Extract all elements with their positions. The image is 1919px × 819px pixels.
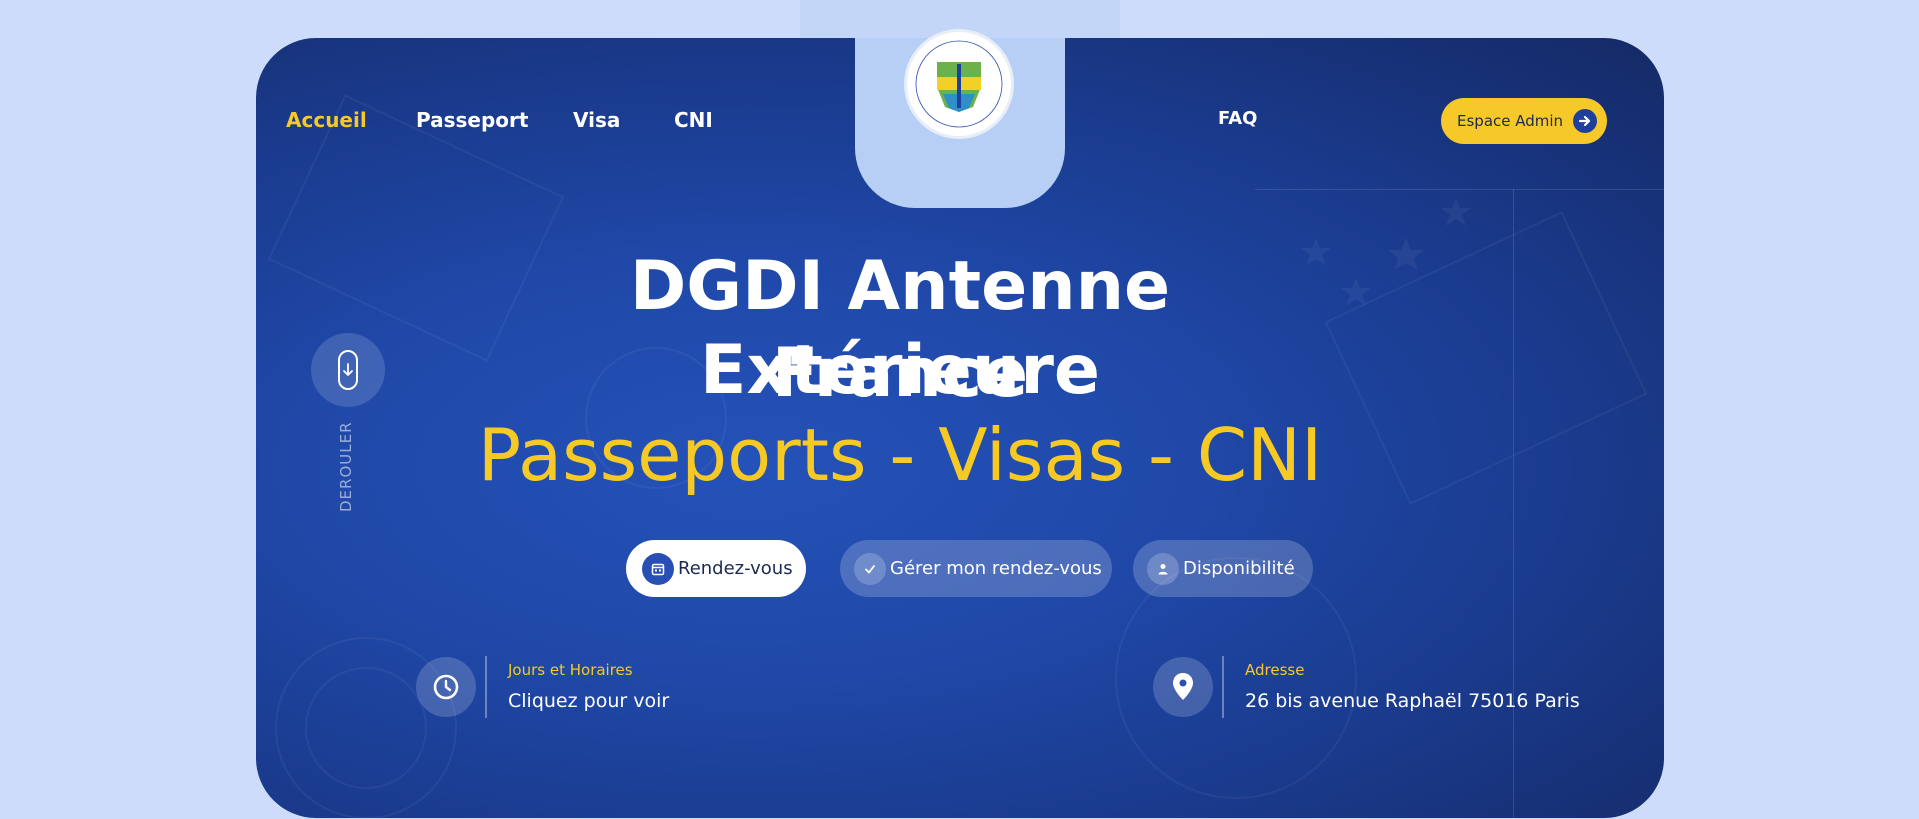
dgdi-logo[interactable] xyxy=(904,29,1014,139)
clock-icon[interactable] xyxy=(416,657,476,717)
address-value: 26 bis avenue Raphaël 75016 Paris xyxy=(1245,690,1580,712)
disponibilite-label: Disponibilité xyxy=(1183,558,1295,579)
gerer-rendez-vous-label: Gérer mon rendez-vous xyxy=(890,558,1102,579)
address-separator xyxy=(1222,656,1224,718)
divider-vertical xyxy=(1513,189,1514,819)
calendar-icon xyxy=(642,552,674,585)
page-subtitle: Passeports - Visas - CNI xyxy=(477,413,1323,497)
nav-passeport[interactable]: Passeport xyxy=(416,108,528,132)
espace-admin-label: Espace Admin xyxy=(1457,112,1564,130)
address-label: Adresse xyxy=(1245,661,1305,679)
divider-horizontal xyxy=(1255,189,1664,190)
location-pin-icon xyxy=(1153,657,1213,717)
scroll-down-button[interactable] xyxy=(311,333,385,407)
disponibilite-button[interactable]: Disponibilité xyxy=(1133,540,1313,597)
scroll-label: DEROULER xyxy=(337,421,355,513)
arrow-right-icon xyxy=(1573,109,1598,133)
page-title-line2: France xyxy=(771,334,1029,413)
nav-accueil[interactable]: Accueil xyxy=(286,108,367,132)
espace-admin-button[interactable]: Espace Admin xyxy=(1441,98,1607,144)
arrow-down-icon xyxy=(338,350,358,390)
user-icon xyxy=(1147,552,1179,585)
nav-faq[interactable]: FAQ xyxy=(1218,108,1257,129)
logo-emblem xyxy=(909,34,1009,134)
check-icon xyxy=(854,552,886,585)
rendez-vous-button[interactable]: Rendez-vous xyxy=(626,540,806,597)
hours-label: Jours et Horaires xyxy=(508,661,633,679)
nav-visa[interactable]: Visa xyxy=(573,108,620,132)
rendez-vous-label: Rendez-vous xyxy=(678,558,793,579)
nav-cni[interactable]: CNI xyxy=(674,108,713,132)
hours-link[interactable]: Cliquez pour voir xyxy=(508,690,669,712)
gerer-rendez-vous-button[interactable]: Gérer mon rendez-vous xyxy=(840,540,1112,597)
hours-separator xyxy=(485,656,487,718)
